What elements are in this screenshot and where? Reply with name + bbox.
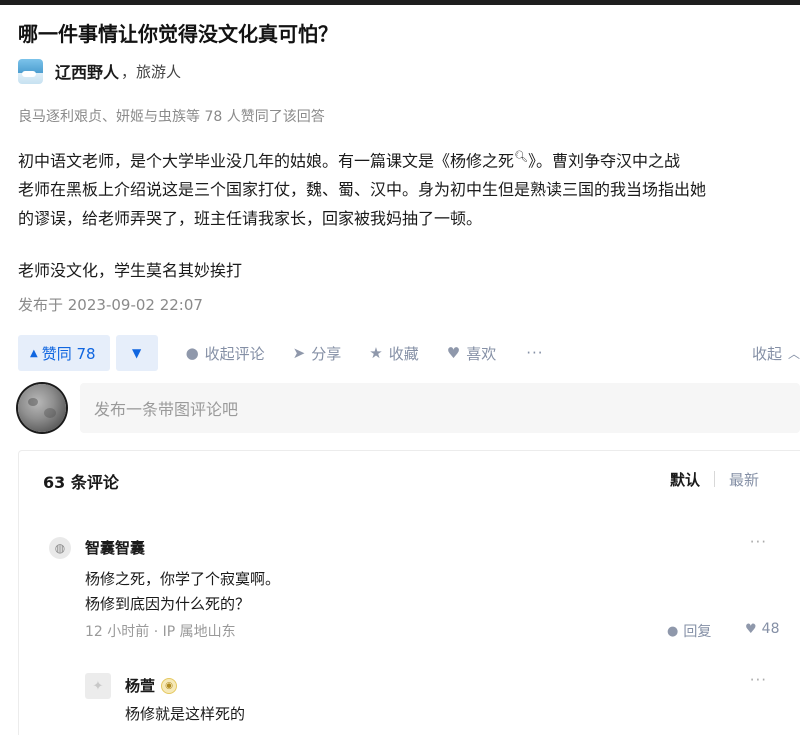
reply-button[interactable]: ● 回复: [667, 621, 711, 641]
reply-more-button[interactable]: ···: [750, 671, 767, 689]
share-button[interactable]: ➤ 分享: [293, 343, 342, 364]
answer-line-1: 初中语文老师，是个大学毕业没几年的姑娘。有一篇课文是《杨修之死🔍︎》。曹刘争夺汉…: [18, 142, 800, 175]
badge-icon: ◉: [161, 677, 178, 694]
share-label: 分享: [311, 344, 342, 363]
comment-icon: ●: [185, 344, 199, 362]
sort-latest-tab[interactable]: 最新: [729, 469, 759, 490]
like-button[interactable]: ♥ 喜欢: [447, 343, 496, 364]
comment-like-count: 48: [761, 621, 780, 637]
star-icon: ★: [369, 344, 383, 362]
author-name[interactable]: 辽西野人: [55, 59, 119, 83]
comment-line: 杨修到底因为什么死的？: [85, 595, 251, 613]
sort-divider: [713, 471, 715, 487]
reply-author-name: 杨萱: [125, 677, 156, 695]
action-bar: ▲ 赞同 78 ▼ ● 收起评论 ➤ 分享 ★ 收藏 ♥ 喜欢 ··· 收起 ︿: [18, 334, 800, 372]
downvote-button[interactable]: ▼: [115, 335, 158, 371]
search-link[interactable]: 杨修之死: [450, 151, 514, 170]
search-icon[interactable]: 🔍︎: [514, 150, 528, 163]
reply-text: 杨修就是这样死的: [125, 705, 246, 723]
answer-punchline: 老师没文化，学生莫名其妙挨打: [18, 261, 243, 280]
comment-line: 杨修之死，你学了个寂寞啊。: [85, 570, 281, 588]
triangle-down-icon: ▼: [131, 346, 142, 360]
commenter-name[interactable]: 智囊智囊: [85, 537, 145, 558]
author-description: ，旅游人: [121, 62, 182, 81]
commenter-avatar[interactable]: ◍: [49, 537, 71, 559]
collect-label: 收藏: [388, 344, 419, 363]
comment-meta: 12 小时前 · IP 属地山东: [85, 624, 236, 640]
answer-line-2: 老师在黑板上介绍说这是三个国家打仗，魏、蜀、汉中。身为初中生但是熟读三国的我当场…: [18, 180, 707, 200]
comment-text: 杨修之死，你学了个寂寞啊。 杨修到底因为什么死的？: [85, 567, 280, 617]
comments-count: 63 条评论: [43, 473, 119, 492]
chevron-up-icon: ︿: [787, 346, 800, 361]
sort-default-tab[interactable]: 默认: [670, 469, 700, 490]
upvote-button[interactable]: ▲ 赞同 78: [18, 335, 110, 371]
triangle-up-icon: ▲: [30, 347, 38, 359]
comment-icon: ●: [667, 623, 679, 639]
question-title[interactable]: 哪一件事情让你觉得没文化真可怕？: [18, 18, 338, 47]
answer-content: 初中语文老师，是个大学毕业没几年的姑娘。有一篇课文是《杨修之死🔍︎》。曹刘争夺汉…: [18, 142, 800, 233]
comments-panel: 63 条评论 默认 最新 ◍ 智囊智囊 ··· 杨修之死，你学了个寂寞啊。 杨修…: [18, 450, 800, 735]
author-avatar[interactable]: [18, 58, 43, 84]
more-button[interactable]: ···: [526, 344, 543, 362]
collapse-comments-label: 收起评论: [204, 344, 265, 363]
heart-icon: ♥: [745, 621, 757, 637]
collapse-comments-button[interactable]: ● 收起评论: [186, 343, 265, 364]
comment-composer: 发布一条带图评论吧: [18, 382, 800, 434]
upvote-label: 赞同 78: [41, 344, 96, 363]
collapse-answer-button[interactable]: 收起 ︿: [752, 343, 800, 364]
comment-input[interactable]: 发布一条带图评论吧: [80, 383, 800, 433]
answer-line-3: 的谬误，给老师弄哭了，班主任请我家长，回家被我妈抽了一顿。: [18, 209, 483, 229]
publish-time: 发布于 2023-09-02 22:07: [18, 296, 203, 314]
comment-like-button[interactable]: ♥ 48: [745, 621, 779, 637]
user-avatar[interactable]: [18, 384, 66, 432]
author-row: 辽西野人 ，旅游人: [18, 58, 181, 84]
reply-label: 回复: [683, 624, 712, 640]
voters-summary[interactable]: 良马逐利艰贞、妍姬与虫族等 78 人赞同了该回答: [18, 106, 325, 126]
send-icon: ➤: [292, 344, 306, 362]
top-bar: [0, 0, 800, 5]
comment-sort: 默认 最新: [670, 469, 759, 490]
answer-text: 初中语文老师，是个大学毕业没几年的姑娘。有一篇课文是《: [18, 151, 451, 171]
reply-author[interactable]: 杨萱 ◉: [125, 675, 178, 696]
collect-button[interactable]: ★ 收藏: [369, 343, 418, 364]
like-label: 喜欢: [466, 344, 497, 363]
heart-icon: ♥: [446, 344, 461, 362]
reply-avatar[interactable]: ✦: [85, 673, 111, 699]
answer-text: 》。曹刘争夺汉中之战: [528, 151, 681, 171]
comment-more-button[interactable]: ···: [750, 533, 767, 551]
collapse-label: 收起: [751, 344, 782, 363]
